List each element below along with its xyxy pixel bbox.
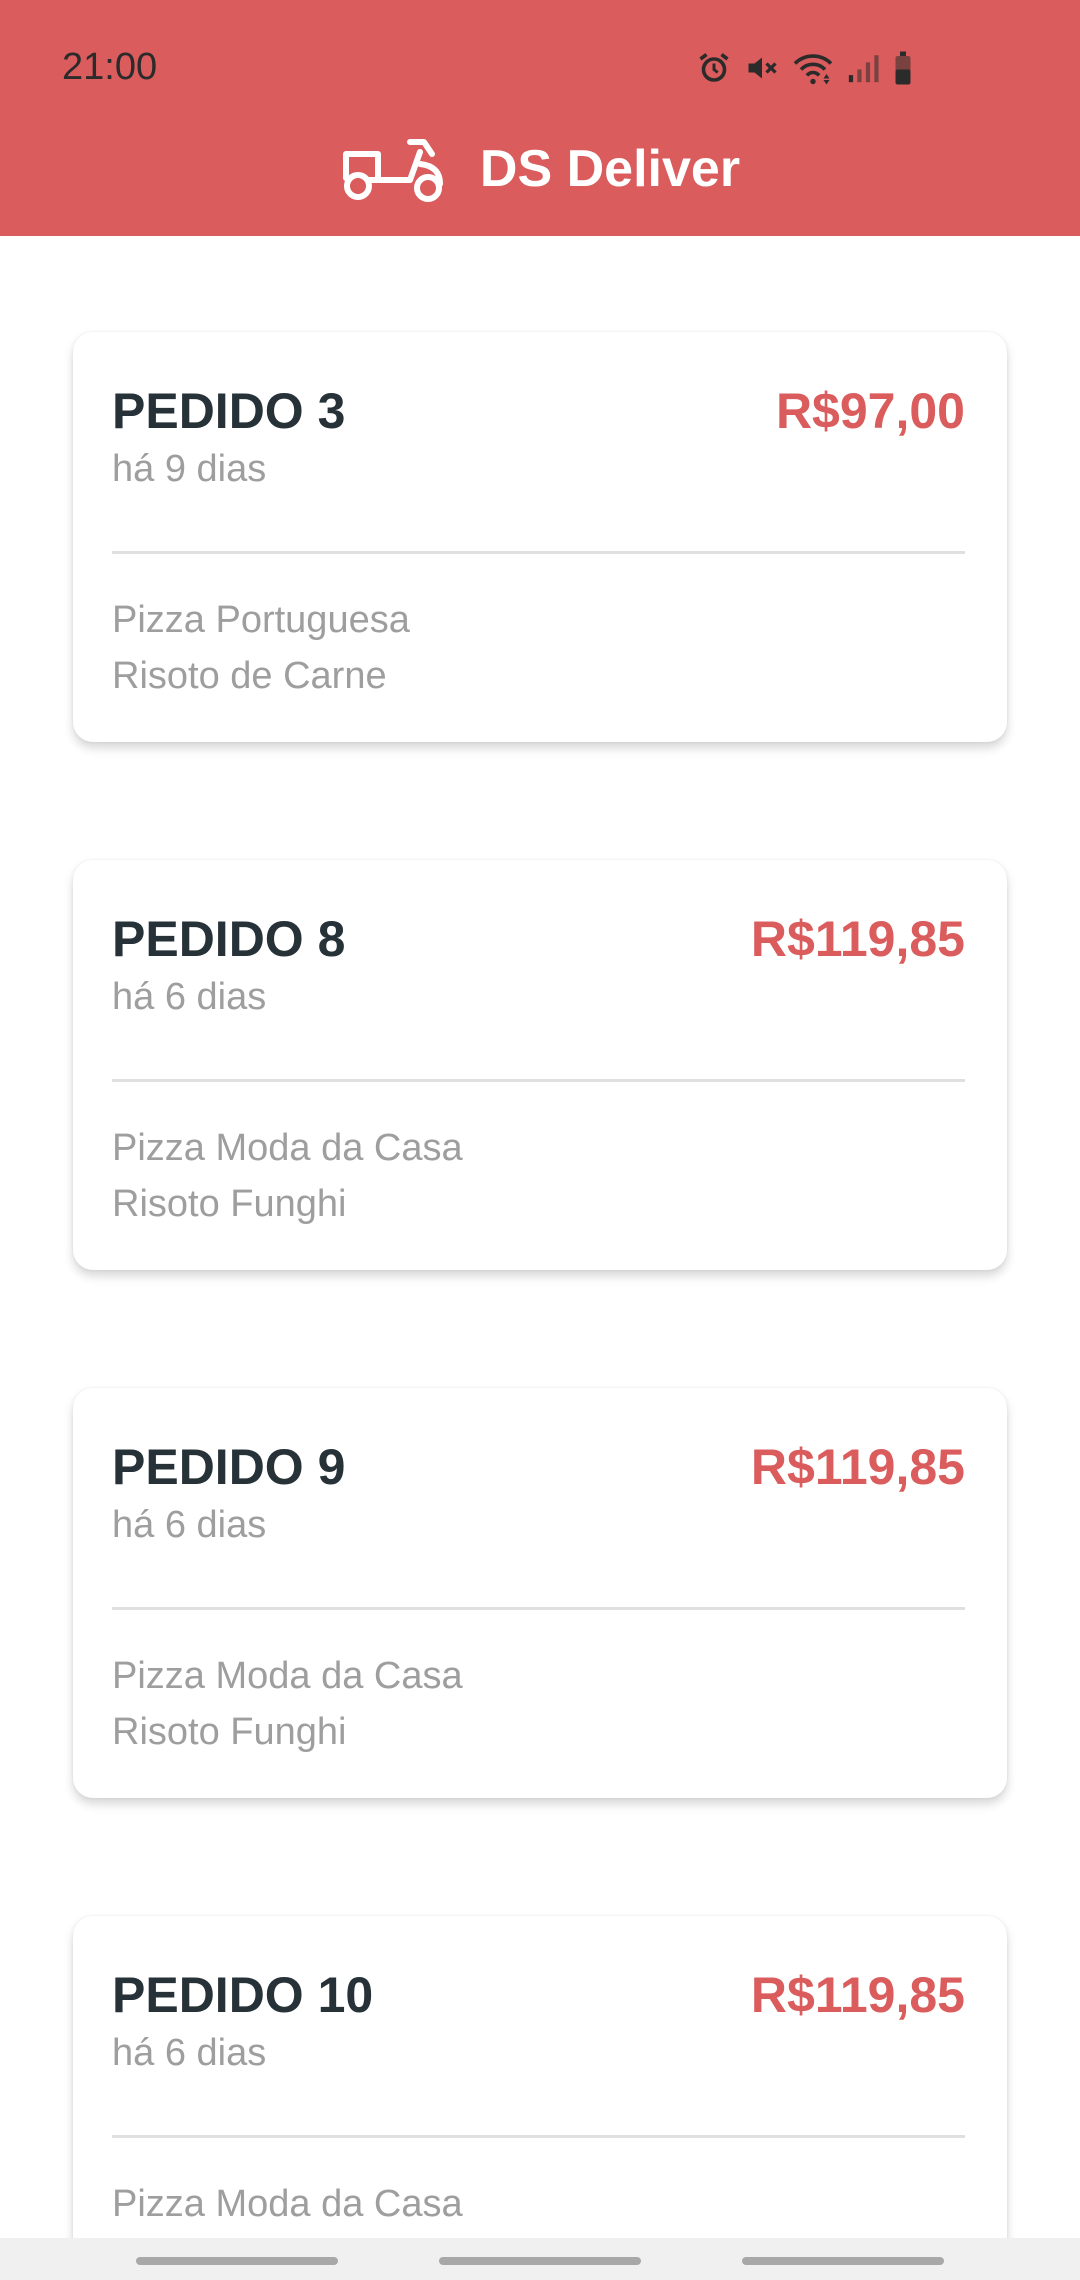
order-title: PEDIDO 3 <box>112 383 346 439</box>
products-list: Pizza Portuguesa Risoto de Carne <box>112 592 410 704</box>
back-button[interactable] <box>742 2257 944 2265</box>
order-card[interactable]: PEDIDO 9 R$119,85 há 6 dias Pizza Moda d… <box>73 1388 1007 1798</box>
divider <box>112 1607 965 1610</box>
order-date: há 9 dias <box>112 448 267 490</box>
divider <box>112 1079 965 1082</box>
products-list: Pizza Moda da Casa Risoto Funghi <box>112 1120 463 1232</box>
product-item: Pizza Moda da Casa <box>112 2183 463 2225</box>
signal-icon <box>848 55 879 83</box>
products-list: Pizza Moda da Casa <box>112 2176 463 2232</box>
product-item: Pizza Moda da Casa <box>112 1655 463 1697</box>
order-title: PEDIDO 9 <box>112 1439 346 1495</box>
order-card[interactable]: PEDIDO 8 R$119,85 há 6 dias Pizza Moda d… <box>73 860 1007 1270</box>
product-item: Risoto Funghi <box>112 1711 347 1753</box>
status-time: 21:00 <box>62 46 158 88</box>
battery-icon <box>895 51 911 85</box>
order-date: há 6 dias <box>112 2032 267 2074</box>
product-item: Pizza Moda da Casa <box>112 1127 463 1169</box>
status-icons <box>696 44 914 92</box>
order-price: R$119,85 <box>750 911 965 967</box>
order-card[interactable]: PEDIDO 10 R$119,85 há 6 dias Pizza Moda … <box>73 1916 1007 2238</box>
system-nav-bar <box>0 2238 1080 2280</box>
order-price: R$119,85 <box>750 1439 965 1495</box>
order-date: há 6 dias <box>112 976 267 1018</box>
order-card[interactable]: PEDIDO 3 R$97,00 há 9 dias Pizza Portugu… <box>73 332 1007 742</box>
order-price: R$119,85 <box>750 1967 965 2023</box>
delivery-scooter-icon <box>342 139 443 202</box>
brand: DS Deliver <box>0 124 1080 214</box>
order-title: PEDIDO 8 <box>112 911 346 967</box>
app-title: DS Deliver <box>479 140 741 198</box>
orders-list[interactable]: PEDIDO 3 R$97,00 há 9 dias Pizza Portugu… <box>0 236 1080 2238</box>
app-header: 21:00 DS Deliver <box>0 0 1080 236</box>
product-item: Risoto de Carne <box>112 655 387 697</box>
order-price: R$97,00 <box>775 383 965 439</box>
recent-apps-button[interactable] <box>136 2257 338 2265</box>
mute-icon <box>748 57 777 79</box>
order-title: PEDIDO 10 <box>112 1967 374 2023</box>
divider <box>112 551 965 554</box>
home-button[interactable] <box>439 2257 641 2265</box>
divider <box>112 2135 965 2138</box>
wifi-icon <box>793 54 833 85</box>
order-date: há 6 dias <box>112 1504 267 1546</box>
alarm-icon <box>699 53 729 82</box>
product-item: Pizza Portuguesa <box>112 599 410 641</box>
product-item: Risoto Funghi <box>112 1183 347 1225</box>
products-list: Pizza Moda da Casa Risoto Funghi <box>112 1648 463 1760</box>
